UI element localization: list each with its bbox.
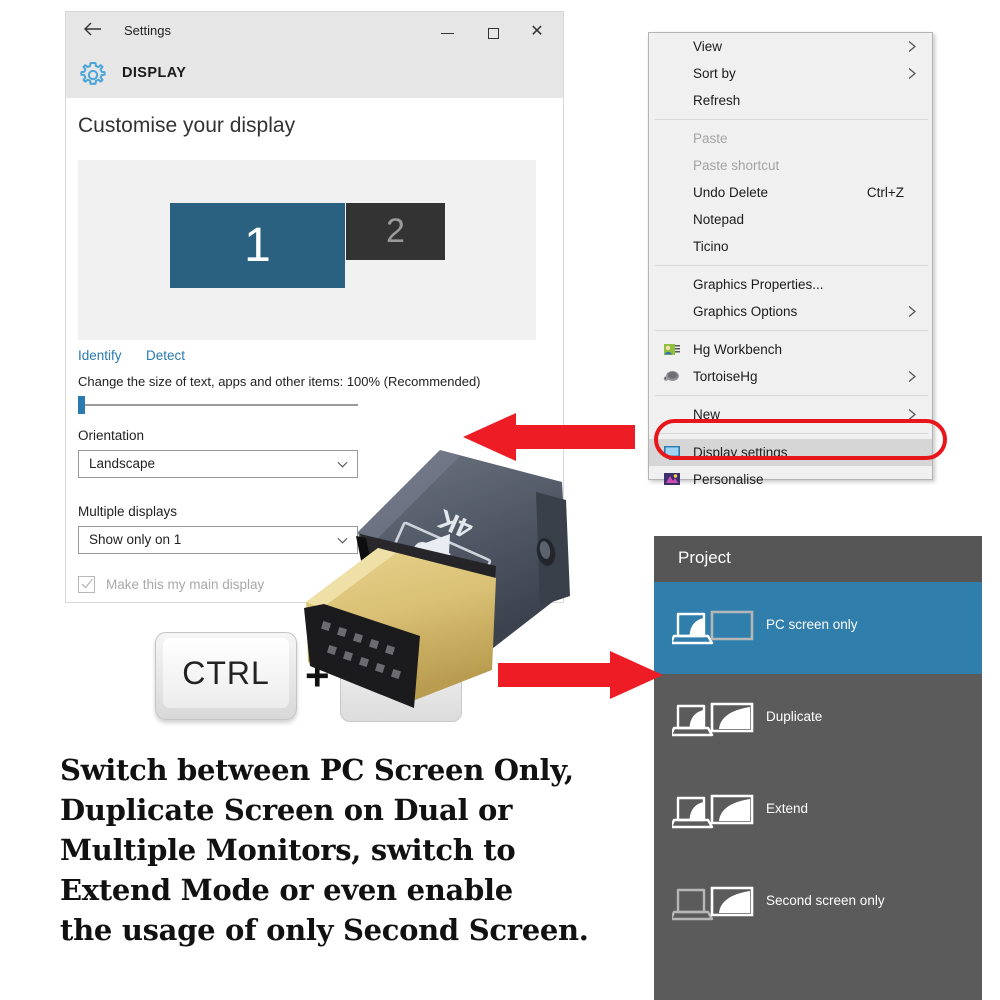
- project-flyout-panel: Project PC screen only Duplicate Extend Sec…: [654, 536, 982, 1000]
- project-item-label: Duplicate: [766, 709, 823, 724]
- menu-item-label: Undo Delete: [693, 185, 769, 200]
- context-menu-item-undo-delete[interactable]: Undo Delete Ctrl+Z: [649, 179, 932, 206]
- project-item-extend[interactable]: Extend: [654, 766, 982, 858]
- context-menu-item-personalise[interactable]: Personalise: [649, 466, 932, 493]
- caption-line: Duplicate Screen on Dual or: [60, 793, 513, 827]
- context-menu-item-hg-workbench[interactable]: Hg Workbench: [649, 336, 932, 363]
- back-arrow-glyph: [84, 22, 101, 36]
- monitor-tile-1[interactable]: 1: [170, 203, 345, 288]
- context-menu-item-tortoisehg[interactable]: TortoiseHg: [649, 363, 932, 390]
- close-icon: ✕: [530, 23, 544, 40]
- desktop-context-menu: View Sort by Refresh Paste Paste shortcut Und…: [648, 32, 933, 487]
- chevron-right-icon: [908, 371, 917, 382]
- checkmark-icon: [81, 578, 94, 589]
- close-button[interactable]: ✕: [515, 12, 559, 52]
- menu-item-label: Graphics Options: [693, 304, 798, 319]
- detect-link[interactable]: Detect: [146, 348, 185, 363]
- context-menu-item-ticino[interactable]: Ticino: [649, 233, 932, 260]
- multiple-displays-value: Show only on 1: [89, 532, 182, 547]
- project-item-label: PC screen only: [766, 617, 858, 632]
- project-panel-title: Project: [678, 548, 731, 567]
- scale-slider[interactable]: [78, 396, 358, 414]
- menu-item-label: Ticino: [693, 239, 729, 254]
- minimize-icon: [440, 32, 454, 34]
- menu-item-label: Refresh: [693, 93, 741, 108]
- multiple-displays-label: Multiple displays: [78, 504, 178, 519]
- menu-separator: [655, 265, 928, 266]
- scale-label: Change the size of text, apps and other …: [78, 374, 481, 389]
- menu-item-label: Sort by: [693, 66, 736, 81]
- project-panel-header: Project: [654, 536, 982, 582]
- duplicate-icon: [672, 702, 754, 737]
- ctrl-key-label: CTRL: [182, 654, 270, 691]
- context-menu-item-notepad[interactable]: Notepad: [649, 206, 932, 233]
- personalise-icon: [664, 473, 680, 485]
- monitor-number-2: 2: [386, 212, 405, 250]
- monitor-arrangement-preview[interactable]: 1 2: [78, 160, 536, 340]
- menu-separator: [655, 395, 928, 396]
- context-menu-item-paste: Paste: [649, 125, 932, 152]
- hdmi-dummy-plug-photo: UHD 4K: [304, 450, 570, 708]
- context-menu-item-graphics-properties[interactable]: Graphics Properties...: [649, 271, 932, 298]
- menu-item-label: Paste: [693, 131, 728, 146]
- back-arrow-icon[interactable]: [80, 20, 106, 44]
- pc-screen-only-icon: [672, 610, 754, 645]
- display-settings-highlight-annotation: [654, 419, 947, 460]
- menu-item-shortcut: Ctrl+Z: [866, 185, 904, 200]
- identify-link[interactable]: Identify: [78, 348, 122, 363]
- project-item-label: Second screen only: [766, 893, 885, 908]
- context-menu-item-view[interactable]: View: [649, 33, 932, 60]
- menu-item-label: Notepad: [693, 212, 745, 227]
- chevron-right-icon: [908, 41, 917, 52]
- context-menu-item-sort-by[interactable]: Sort by: [649, 60, 932, 87]
- main-display-checkbox-label: Make this my main display: [106, 577, 265, 592]
- second-screen-only-icon: [672, 886, 754, 921]
- project-item-duplicate[interactable]: Duplicate: [654, 674, 982, 766]
- context-menu-item-paste-shortcut: Paste shortcut: [649, 152, 932, 179]
- project-item-pc-screen-only[interactable]: PC screen only: [654, 582, 982, 674]
- monitor-number-1: 1: [244, 219, 271, 272]
- menu-item-label: Graphics Properties...: [693, 277, 824, 292]
- slider-track: [78, 404, 358, 406]
- context-menu-item-graphics-options[interactable]: Graphics Options: [649, 298, 932, 325]
- monitor-tile-2[interactable]: 2: [346, 203, 445, 260]
- menu-item-label: TortoiseHg: [693, 369, 758, 384]
- caption-line: Extend Mode or even enable: [60, 873, 513, 907]
- caption-line: Multiple Monitors, switch to: [60, 833, 516, 867]
- menu-separator: [655, 330, 928, 331]
- slider-thumb[interactable]: [78, 396, 85, 414]
- settings-titlebar: Settings ✕: [66, 12, 563, 52]
- orientation-label: Orientation: [78, 428, 145, 443]
- tortoisehg-icon: [663, 371, 679, 381]
- menu-item-label: Paste shortcut: [693, 158, 780, 173]
- page-title: Customise your display: [78, 114, 296, 137]
- ctrl-key-cap: CTRL: [155, 632, 297, 720]
- caption-line: the usage of only Second Screen.: [60, 913, 589, 947]
- menu-item-label: Hg Workbench: [693, 342, 783, 357]
- orientation-value: Landscape: [89, 456, 156, 471]
- ctrl-key-face: CTRL: [163, 638, 289, 708]
- chevron-right-icon: [908, 68, 917, 79]
- hg-workbench-icon: [664, 344, 680, 355]
- minimize-button[interactable]: [425, 12, 469, 52]
- chevron-right-icon: [908, 306, 917, 317]
- maximize-button[interactable]: [471, 12, 515, 52]
- extend-icon: [672, 794, 754, 829]
- menu-item-label: Personalise: [693, 472, 764, 487]
- project-item-second-screen-only[interactable]: Second screen only: [654, 858, 982, 950]
- context-menu-item-refresh[interactable]: Refresh: [649, 87, 932, 114]
- settings-subheader: DISPLAY: [66, 52, 563, 98]
- hdmi-gold-connector: [304, 548, 496, 708]
- gear-icon: [80, 61, 106, 85]
- menu-item-label: View: [693, 39, 723, 54]
- project-item-label: Extend: [766, 801, 809, 816]
- caption-line: Switch between PC Screen Only,: [60, 753, 574, 787]
- maximize-icon: [487, 27, 499, 39]
- display-section-label: DISPLAY: [122, 65, 187, 81]
- caption-text: Switch between PC Screen Only, Duplicate …: [60, 750, 640, 950]
- window-title: Settings: [124, 23, 171, 38]
- menu-separator: [655, 119, 928, 120]
